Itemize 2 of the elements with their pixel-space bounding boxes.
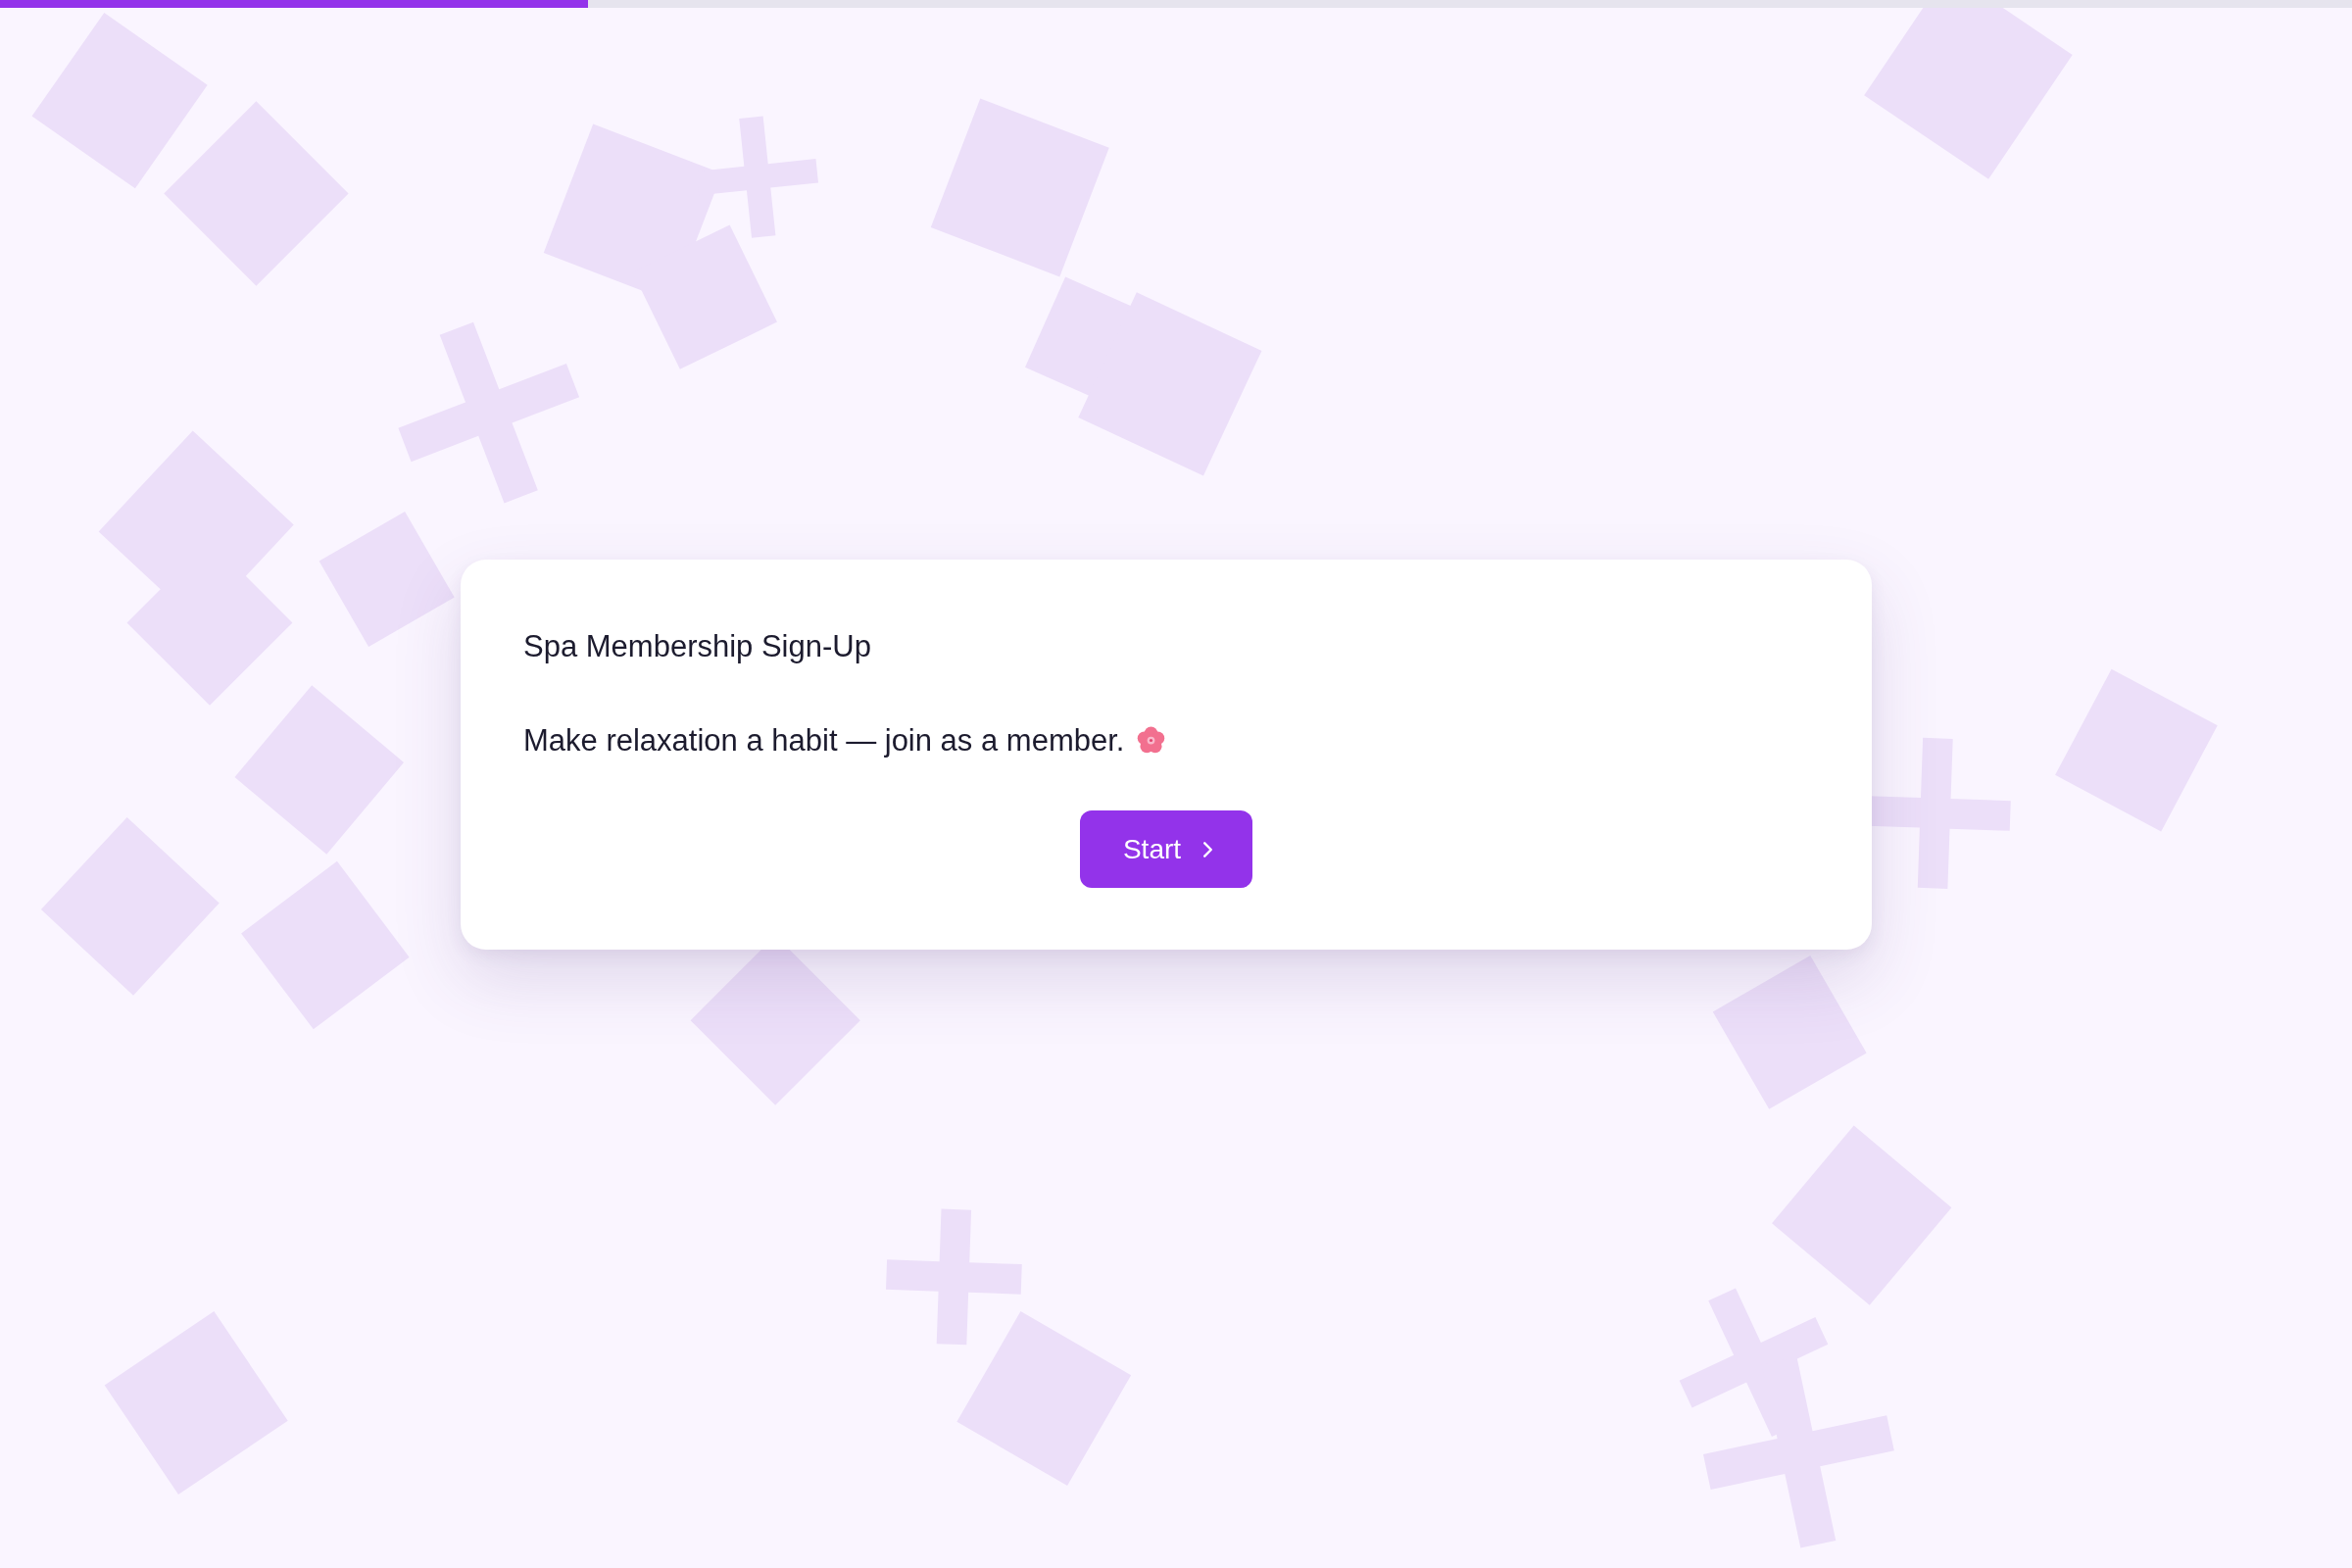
- card-text: Make relaxation a habit — join as a member.: [523, 722, 1125, 760]
- card-title: Spa Membership Sign-Up: [523, 628, 872, 665]
